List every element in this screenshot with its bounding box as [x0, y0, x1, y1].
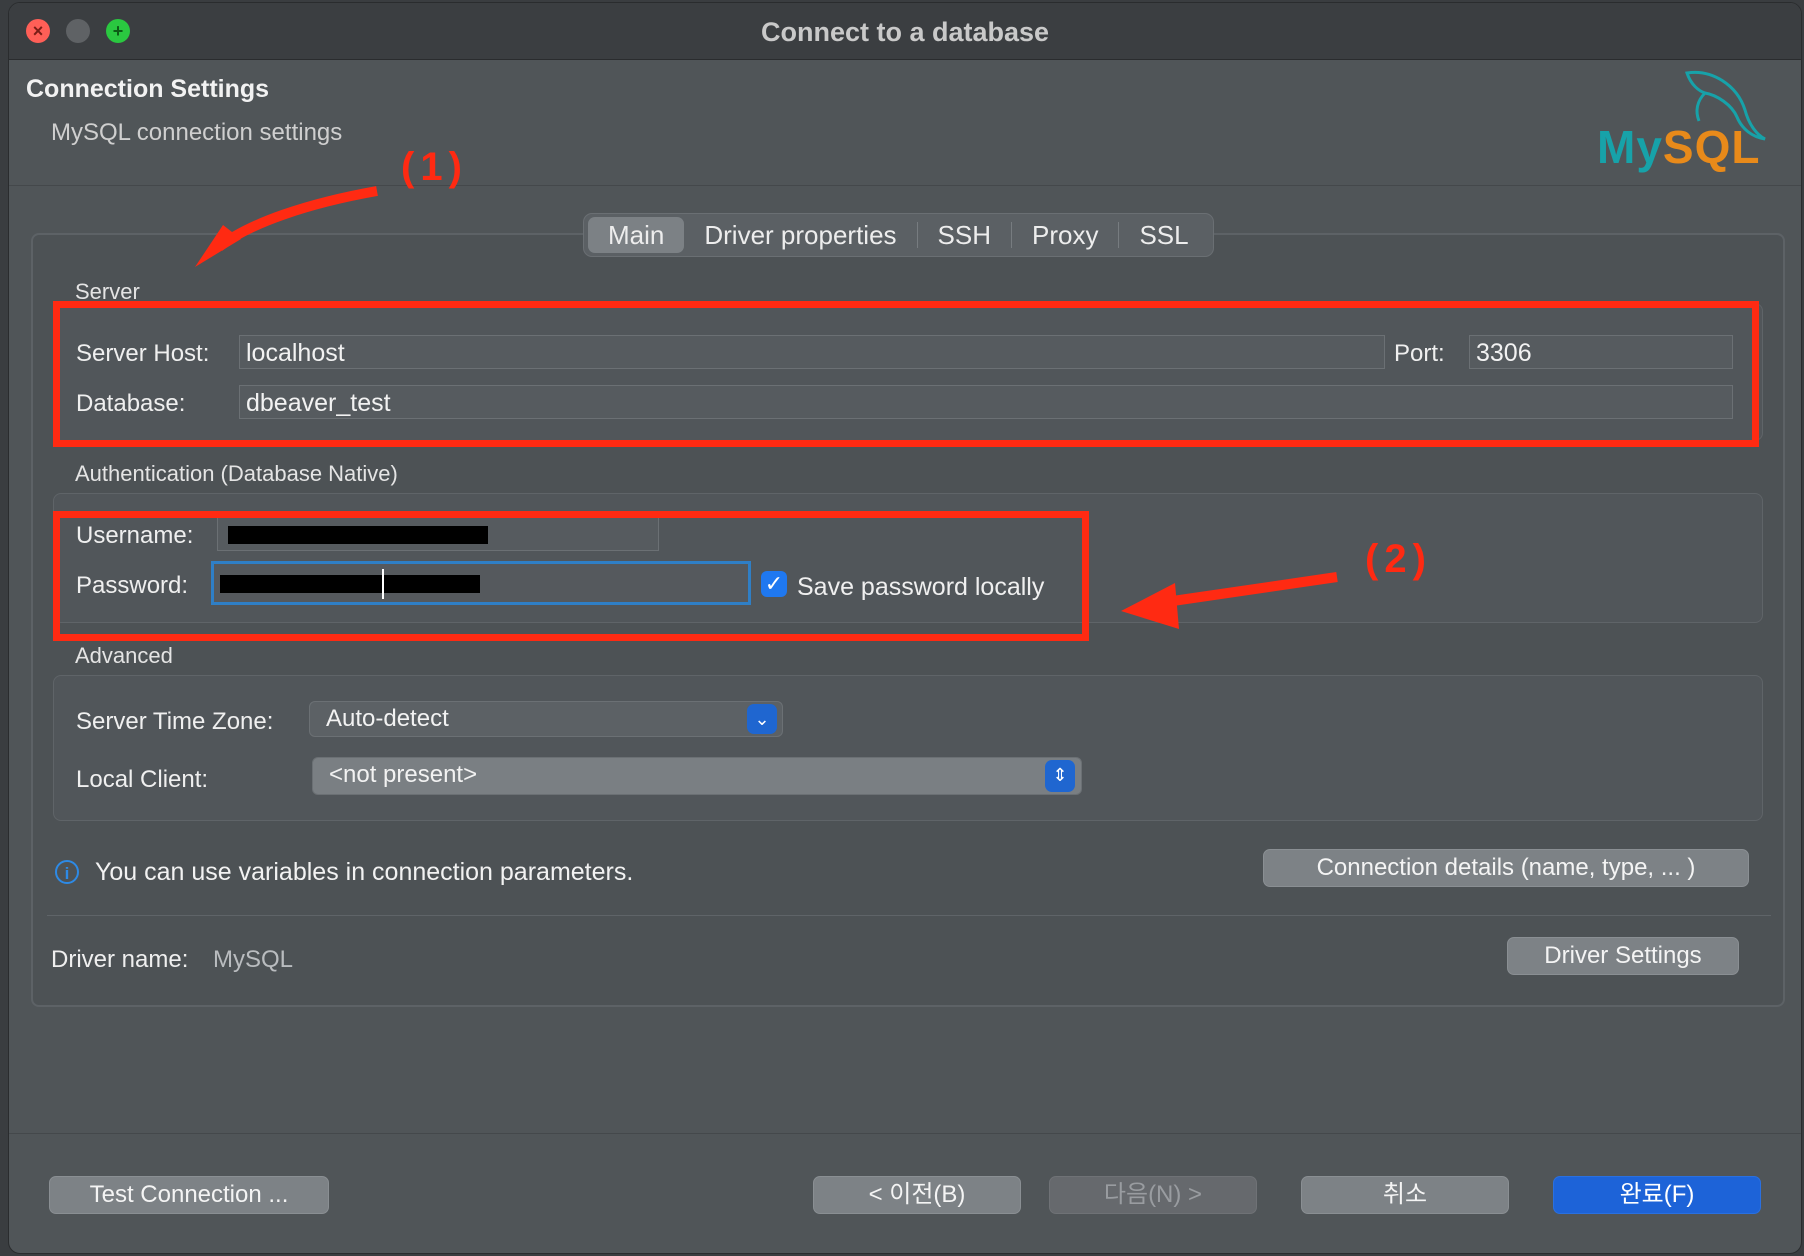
annotation-arrows — [195, 186, 1338, 629]
annotation-arrow-2 — [1158, 572, 1338, 608]
annotation-arrowhead-2 — [1121, 583, 1179, 629]
annotation-arrow-1 — [215, 186, 378, 251]
dialog-window: × + Connect to a database Connection Set… — [8, 2, 1802, 1254]
